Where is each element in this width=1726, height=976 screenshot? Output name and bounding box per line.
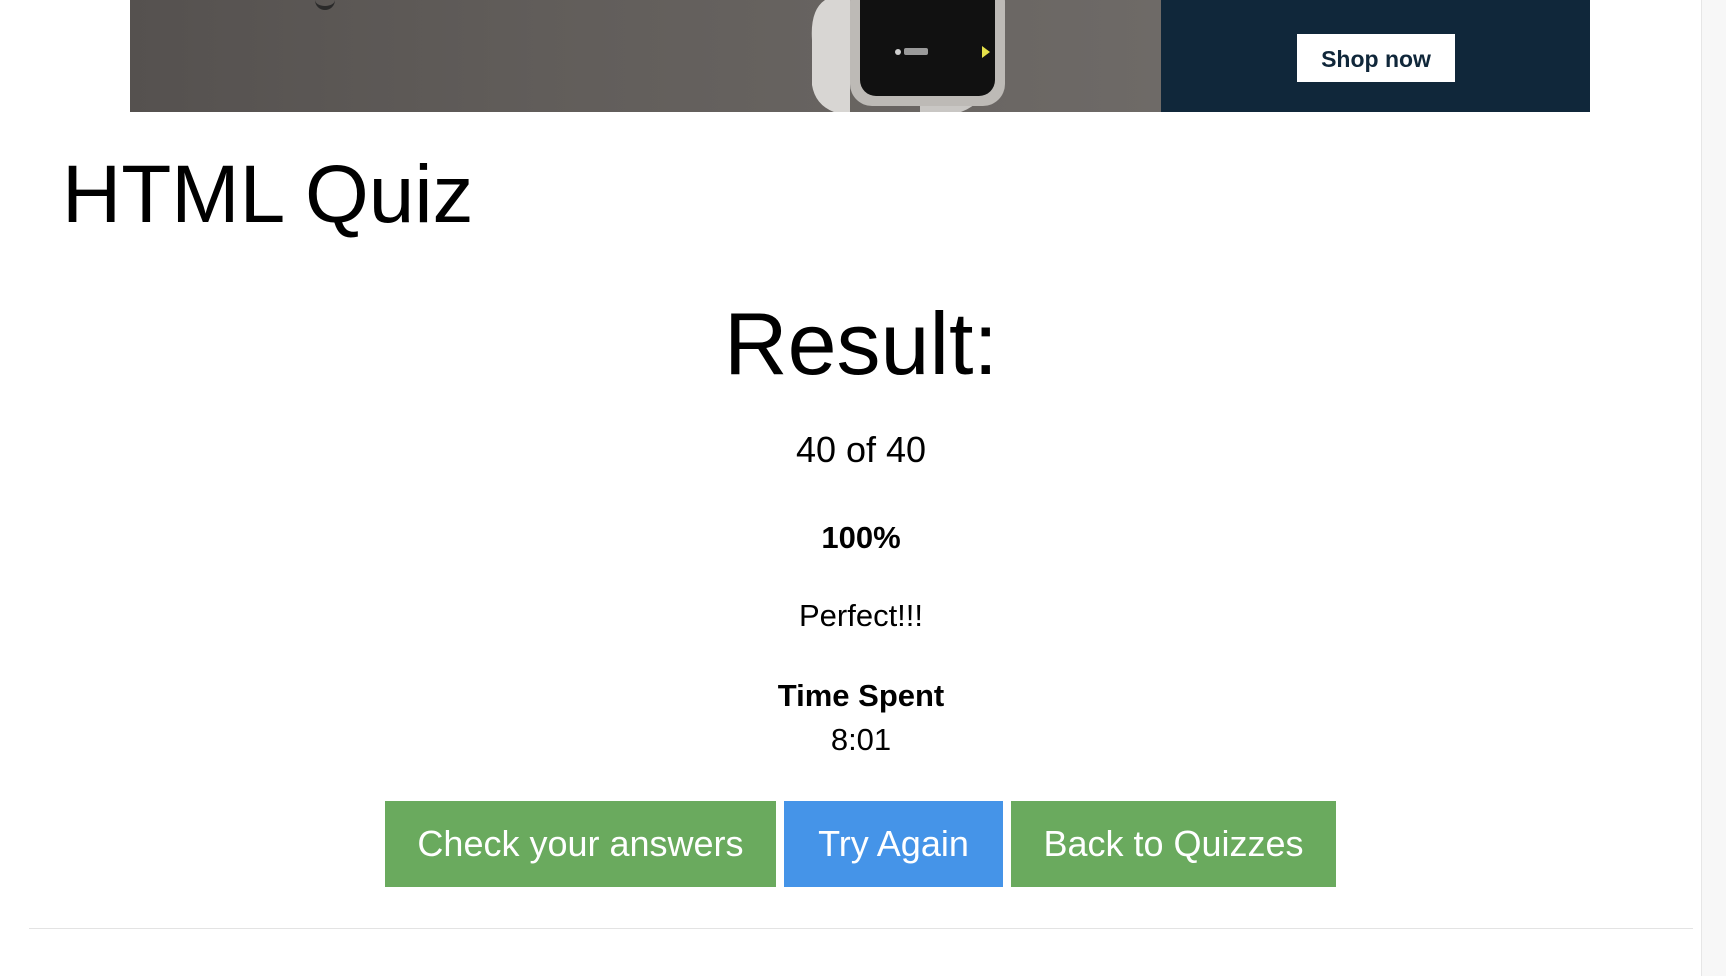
ad-image-area (130, 0, 1161, 112)
check-answers-button[interactable]: Check your answers (385, 801, 776, 887)
back-to-quizzes-button[interactable]: Back to Quizzes (1011, 801, 1336, 887)
time-spent-label: Time Spent (777, 678, 945, 713)
result-message: Perfect!!! (798, 598, 924, 633)
score-percent: 100% (821, 520, 901, 555)
scrollbar[interactable] (1701, 0, 1726, 976)
ad-cta-area: Shop now (1161, 0, 1590, 112)
result-heading: Result: (724, 294, 998, 393)
shop-now-button[interactable]: Shop now (1297, 34, 1455, 82)
ad-text-fragment (315, 0, 335, 10)
ad-banner[interactable]: Shop now (130, 0, 1590, 112)
ad-headline-fragment (1281, 0, 1581, 4)
score-text: 40 of 40 (795, 429, 927, 470)
divider (29, 928, 1693, 929)
time-spent-value: 8:01 (830, 722, 892, 757)
try-again-button[interactable]: Try Again (784, 801, 1003, 887)
page-title: HTML Quiz (62, 149, 474, 240)
smartwatch-image (811, 0, 1005, 112)
page: Shop now HTML Quiz Result: 40 of 40 100%… (0, 0, 1726, 976)
